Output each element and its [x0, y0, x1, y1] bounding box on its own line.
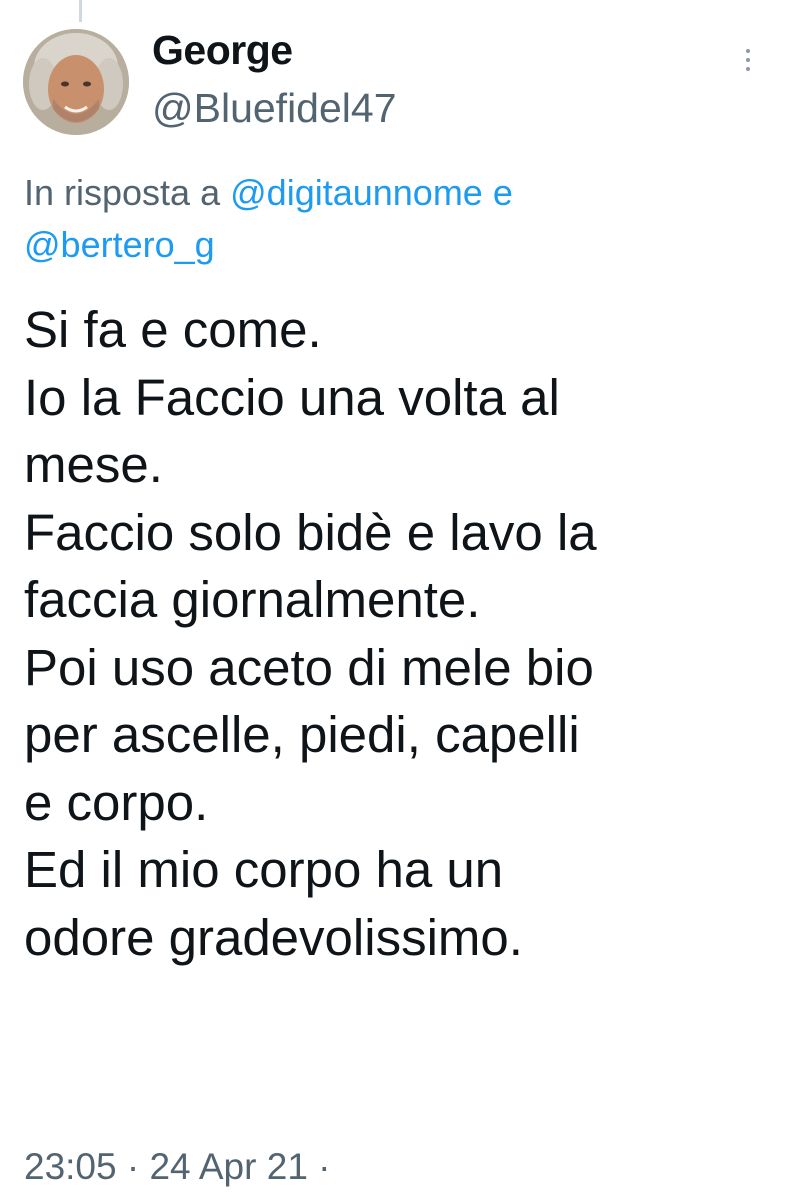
tweet-text-line: mese. [24, 436, 163, 493]
more-vertical-icon-dot [746, 58, 750, 62]
reply-prefix: In risposta a [24, 172, 221, 213]
more-vertical-icon [746, 49, 750, 53]
reply-conjunction: e [492, 172, 513, 213]
reply-context: In risposta a @digitaunnome e @bertero_g [24, 167, 764, 271]
more-options-button[interactable] [728, 40, 768, 80]
thread-connector-line [79, 0, 82, 22]
timestamp-time[interactable]: 23:05 [24, 1146, 117, 1187]
tweet-text: Si fa e come. Io la Faccio una volta al … [24, 296, 784, 971]
tweet-text-line: faccia giornalmente. [24, 571, 481, 628]
author-display-name[interactable]: George [152, 26, 293, 74]
tweet-text-line: Si fa e come. [24, 301, 322, 358]
timestamp-trailing-separator: · [318, 1146, 331, 1187]
timestamp-date[interactable]: 24 Apr 21 [149, 1146, 307, 1187]
tweet-text-line: odore gradevolissimo. [24, 908, 523, 966]
tweet-timestamp: 23:05 · 24 Apr 21 · [24, 1144, 331, 1190]
tweet-text-line: per ascelle, piedi, capelli [24, 706, 580, 763]
avatar[interactable] [23, 29, 129, 135]
mention-link-digitaunnome[interactable]: @digitaunnome [230, 172, 483, 213]
tweet-text-line: Ed il mio corpo ha un [24, 841, 504, 898]
timestamp-separator: · [126, 1146, 140, 1187]
author-handle[interactable]: @Bluefidel47 [152, 84, 397, 132]
tweet-text-line: e corpo. [24, 773, 209, 831]
profile-photo-icon [23, 29, 129, 135]
tweet-text-line: Poi uso aceto di mele bio [24, 638, 594, 696]
more-vertical-icon-dot [746, 67, 750, 71]
mention-link-bertero-g[interactable]: @bertero_g [24, 224, 215, 265]
tweet-text-line: Io la Faccio una volta al [24, 368, 560, 426]
tweet-text-line: Faccio solo bidè e lavo la [24, 503, 597, 561]
